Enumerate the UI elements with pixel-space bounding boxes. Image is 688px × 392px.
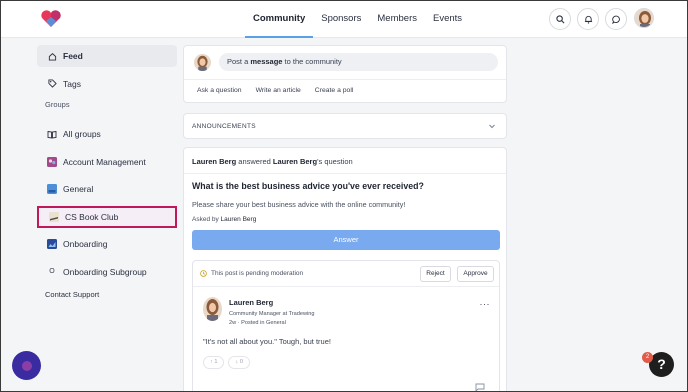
sidebar-item-onboarding-subgroup[interactable]: O Onboarding Subgroup [37, 261, 177, 283]
group-thumbnail-icon [47, 156, 57, 167]
header-actions [549, 8, 627, 30]
nav-members[interactable]: Members [369, 1, 425, 38]
sidebar-item-label: Account Management [63, 156, 146, 167]
post-activity-line: Lauren Berg answered Lauren Berg's quest… [192, 157, 353, 166]
reply-text: "It's not all about you." Tough, but tru… [203, 337, 331, 346]
clock-icon [200, 270, 207, 277]
comment-icon[interactable] [474, 383, 486, 391]
user-avatar[interactable] [634, 8, 654, 28]
chevron-down-icon [489, 124, 495, 129]
activity-verb: answered [236, 157, 273, 166]
home-icon [47, 51, 57, 61]
downvote-count: 0 [239, 359, 243, 365]
messages-button[interactable] [605, 8, 627, 30]
upvote-button[interactable]: ↑ 1 [203, 356, 225, 369]
answer-card: This post is pending moderation Reject A… [192, 260, 500, 391]
composer-prompt-suffix: to the community [282, 57, 342, 66]
sidebar-item-account-management[interactable]: Account Management [37, 151, 177, 173]
sidebar-item-tags[interactable]: Tags [37, 73, 177, 95]
app-window: Community Sponsors Members Events Feed T… [0, 0, 688, 392]
launcher-dot-icon [21, 360, 32, 371]
composer-input[interactable]: Post a message to the community [219, 53, 498, 71]
sidebar-item-feed[interactable]: Feed [37, 45, 177, 67]
nav-sponsors[interactable]: Sponsors [313, 1, 369, 38]
group-thumbnail-icon [47, 184, 57, 194]
sidebar-item-general[interactable]: General [37, 178, 177, 200]
sidebar-item-label: Feed [63, 51, 83, 61]
announcements-title: ANNOUNCEMENTS [192, 123, 256, 130]
arrow-up-icon: ↑ [210, 359, 213, 365]
more-options-button[interactable]: ··· [480, 299, 491, 309]
composer-avatar [194, 54, 211, 71]
sidebar-item-label: Onboarding Subgroup [63, 266, 147, 277]
moderation-bar: This post is pending moderation Reject A… [193, 261, 499, 287]
reply-avatar[interactable] [203, 297, 222, 321]
group-thumbnail-icon [49, 211, 59, 222]
sidebar-item-cs-book-club[interactable]: CS Book Club [37, 205, 177, 228]
composer-prompt-bold: message [250, 57, 283, 66]
contact-support-link[interactable]: Contact Support [37, 290, 177, 299]
write-article-button[interactable]: Write an article [256, 80, 301, 102]
downvote-button[interactable]: ↓ 0 [228, 356, 250, 369]
group-initial-badge: O [49, 268, 55, 275]
reply-timestamp: 2w · Posted in General [229, 320, 286, 326]
upvote-count: 1 [214, 359, 218, 365]
announcements-collapsible[interactable]: ANNOUNCEMENTS [183, 113, 507, 139]
moderation-status: This post is pending moderation [211, 270, 304, 277]
groups-heading: Groups [45, 100, 70, 109]
main-nav: Community Sponsors Members Events [245, 1, 470, 38]
sidebar-item-label: All groups [63, 129, 101, 139]
notifications-button[interactable] [577, 8, 599, 30]
sidebar-item-onboarding[interactable]: Onboarding [37, 233, 177, 255]
reply-author-name[interactable]: Lauren Berg [229, 298, 273, 307]
reply-author-role: Community Manager at Tradewing [229, 311, 315, 317]
target-name[interactable]: Lauren Berg [273, 157, 317, 166]
tag-icon [47, 79, 57, 89]
activity-suffix: 's question [317, 157, 353, 166]
question-description: Please share your best business advice w… [192, 200, 406, 209]
chat-icon [611, 15, 620, 24]
nav-events[interactable]: Events [425, 1, 470, 38]
sidebar-item-label: Tags [63, 78, 81, 89]
approve-button[interactable]: Approve [457, 266, 494, 282]
actor-name[interactable]: Lauren Berg [192, 157, 236, 166]
answer-button[interactable]: Answer [192, 230, 500, 250]
brand-logo-icon[interactable] [40, 9, 62, 29]
asked-by: Asked by Lauren Berg [192, 216, 256, 223]
bell-icon [584, 15, 592, 24]
asked-by-prefix: Asked by [192, 216, 221, 223]
help-notification-badge: 2 [642, 352, 653, 363]
search-button[interactable] [549, 8, 571, 30]
ask-question-button[interactable]: Ask a question [197, 80, 242, 102]
arrow-down-icon: ↓ [235, 359, 239, 365]
create-poll-button[interactable]: Create a poll [315, 80, 354, 102]
feed-post: Lauren Berg answered Lauren Berg's quest… [183, 147, 507, 391]
post-composer: Post a message to the community Ask a qu… [183, 45, 507, 103]
question-title[interactable]: What is the best business advice you've … [192, 181, 424, 191]
sidebar-item-all-groups[interactable]: All groups [37, 123, 177, 145]
sidebar-item-label: General [63, 184, 94, 194]
book-open-icon [47, 129, 57, 139]
vote-buttons: ↑ 1 ↓ 0 [203, 356, 250, 369]
sidebar: Feed Tags Groups All groups Account Mana… [37, 45, 177, 299]
top-navigation-bar: Community Sponsors Members Events [1, 1, 687, 38]
divider [184, 173, 506, 174]
launcher-button[interactable] [12, 351, 41, 380]
group-thumbnail-icon [47, 239, 57, 249]
composer-actions: Ask a question Write an article Create a… [184, 79, 506, 102]
sidebar-item-label: Onboarding [63, 239, 108, 249]
reject-button[interactable]: Reject [420, 266, 451, 282]
composer-prompt-prefix: Post a [227, 57, 251, 66]
asked-by-name[interactable]: Lauren Berg [221, 216, 257, 223]
sidebar-item-label: CS Book Club [65, 211, 119, 222]
nav-community[interactable]: Community [245, 1, 314, 38]
search-icon [555, 14, 564, 23]
